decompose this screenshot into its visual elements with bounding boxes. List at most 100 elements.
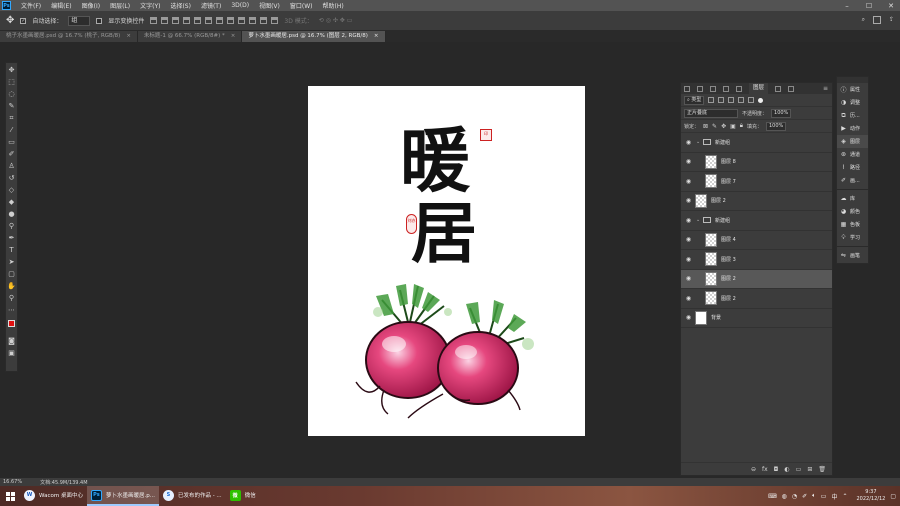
panel-tab-icon[interactable]: [775, 85, 782, 92]
pen-tablet-icon[interactable]: ✐: [802, 493, 807, 500]
adjustment-layer-icon[interactable]: ◐: [784, 466, 789, 473]
notification-icon[interactable]: ▢: [890, 493, 896, 500]
distribute-2-icon[interactable]: [227, 17, 235, 24]
menu-file[interactable]: 文件(F): [16, 1, 46, 10]
marquee-tool-icon[interactable]: ⬚: [7, 78, 16, 87]
distribute-3-icon[interactable]: [238, 17, 246, 24]
lock-artboard-icon[interactable]: ▣: [730, 123, 736, 130]
blend-mode-dropdown[interactable]: 正片叠底: [684, 108, 738, 118]
dock-brushes[interactable]: ✐ 画...: [837, 174, 868, 187]
fx-icon[interactable]: fx: [762, 466, 768, 473]
align-right-icon[interactable]: [205, 17, 213, 24]
menu-image[interactable]: 图像(I): [77, 1, 105, 10]
chevron-down-icon[interactable]: ⌄: [696, 139, 702, 145]
tab-untitled-doc[interactable]: 未标题-1 @ 66.7% (RGB/8#) * ×: [137, 31, 243, 42]
visibility-eye-icon[interactable]: ◉: [684, 275, 693, 282]
screen-mode-icon[interactable]: ▣: [7, 349, 16, 358]
menu-filter[interactable]: 滤镜(T): [196, 1, 226, 10]
filter-smart-icon[interactable]: [748, 97, 755, 103]
quick-select-tool-icon[interactable]: ✎: [7, 102, 16, 111]
align-vcenter-icon[interactable]: [161, 17, 169, 24]
filter-toggle-icon[interactable]: [758, 97, 764, 103]
delete-layer-icon[interactable]: 🗑︎: [818, 466, 826, 473]
auto-select-dropdown[interactable]: 组: [68, 15, 91, 26]
ime-icon[interactable]: 中: [831, 492, 837, 501]
filter-pixel-icon[interactable]: [708, 97, 715, 103]
dock-adjustments[interactable]: ◑ 调整: [837, 96, 868, 109]
filter-adjust-icon[interactable]: [718, 97, 725, 103]
distribute-4-icon[interactable]: [249, 17, 257, 24]
chevron-down-icon[interactable]: ⌄: [696, 217, 702, 223]
menu-window[interactable]: 窗口(W): [285, 1, 318, 10]
taskbar-photoshop[interactable]: Ps 萝卜水墨画暖居.p...: [86, 486, 159, 506]
zoom-level[interactable]: 16.67%: [3, 479, 22, 485]
panel-tab-icon[interactable]: [710, 85, 716, 92]
move-tool-icon[interactable]: ✥: [6, 15, 14, 26]
lasso-tool-icon[interactable]: ◌: [7, 90, 16, 99]
layer-row[interactable]: ◉ 图层 7: [681, 172, 832, 192]
menu-layer[interactable]: 图层(L): [105, 1, 135, 10]
more-tools-icon[interactable]: ⋯: [7, 306, 16, 315]
quick-mask-icon[interactable]: ◙: [7, 337, 16, 346]
auto-select-checkbox[interactable]: ✓: [20, 17, 27, 24]
doc-size[interactable]: 文档:45.9M/139.4M: [40, 479, 87, 486]
tab-close-icon[interactable]: ×: [231, 33, 236, 39]
visibility-eye-icon[interactable]: ◉: [684, 197, 693, 204]
layer-row-background[interactable]: ◉ 背景: [681, 309, 832, 328]
document-canvas[interactable]: 暖 印 刘亦 居: [308, 86, 585, 436]
link-layers-icon[interactable]: ⊖: [751, 466, 756, 473]
taskbar-browser[interactable]: S 已发布的作品 - ...: [159, 486, 226, 506]
align-left-icon[interactable]: [183, 17, 191, 24]
hand-tool-icon[interactable]: ✋: [7, 282, 16, 291]
layer-row[interactable]: ◉ 图层 2: [681, 289, 832, 309]
color-swatches[interactable]: [7, 318, 18, 334]
layer-filter-dropdown[interactable]: ⌕ 类型: [684, 95, 705, 105]
move-tool-icon[interactable]: ✥: [7, 66, 16, 75]
volume-icon[interactable]: 🔈︎: [812, 492, 816, 500]
eyedropper-tool-icon[interactable]: ⁄: [7, 126, 16, 135]
new-group-icon[interactable]: ▭: [796, 466, 802, 473]
3d-orbit-icon[interactable]: ⟲ ◎ ✣ ✥ ▭: [319, 17, 353, 24]
pen-tool-icon[interactable]: ✒: [7, 234, 16, 243]
dock-properties[interactable]: ⓘ 属性: [837, 83, 868, 96]
show-transform-checkbox[interactable]: [96, 17, 103, 24]
visibility-eye-icon[interactable]: ◉: [684, 295, 693, 302]
tab-layers[interactable]: 图层: [749, 83, 769, 94]
layer-row-group[interactable]: ◉ ⌄ 新建组: [681, 133, 832, 153]
dock-paths[interactable]: ⌇ 路径: [837, 161, 868, 174]
menu-type[interactable]: 文字(Y): [135, 1, 165, 10]
panel-tab-icon[interactable]: [736, 85, 742, 92]
tray-expand-icon[interactable]: ⌃: [842, 493, 847, 500]
align-bottom-icon[interactable]: [172, 17, 180, 24]
visibility-eye-icon[interactable]: ◉: [684, 314, 693, 321]
menu-help[interactable]: 帮助(H): [318, 1, 349, 10]
layer-row[interactable]: ◉ 图层 2: [681, 192, 832, 211]
foreground-color[interactable]: [8, 320, 15, 327]
visibility-eye-icon[interactable]: ◉: [684, 158, 693, 165]
align-top-icon[interactable]: [150, 17, 158, 24]
menu-select[interactable]: 选择(S): [165, 1, 196, 10]
visibility-eye-icon[interactable]: ◉: [684, 178, 693, 185]
workspace-icon[interactable]: [872, 16, 881, 24]
search-icon[interactable]: ⌕: [862, 16, 865, 24]
minimize-icon[interactable]: –: [842, 2, 852, 10]
brush-tool-icon[interactable]: ✐: [7, 150, 16, 159]
dock-channels[interactable]: ⊛ 通道: [837, 148, 868, 161]
start-button[interactable]: [0, 486, 20, 506]
lock-transparent-icon[interactable]: ⊠: [703, 123, 708, 130]
panel-tab-icon[interactable]: [697, 85, 703, 92]
menu-view[interactable]: 视图(V): [254, 1, 285, 10]
visibility-eye-icon[interactable]: ◉: [684, 256, 693, 263]
stamp-tool-icon[interactable]: ♙: [7, 162, 16, 171]
layer-row[interactable]: ◉ 图层 4: [681, 231, 832, 250]
visibility-eye-icon[interactable]: ◉: [684, 139, 693, 146]
tab-close-icon[interactable]: ×: [126, 33, 131, 39]
path-select-tool-icon[interactable]: ➤: [7, 258, 16, 267]
maximize-icon[interactable]: ☐: [864, 2, 874, 10]
bucket-tool-icon[interactable]: ◆: [7, 198, 16, 207]
history-brush-tool-icon[interactable]: ↺: [7, 174, 16, 183]
layer-row-group[interactable]: ◉ ⌄ 新建组: [681, 211, 832, 231]
lock-all-icon[interactable]: 🔒︎: [740, 122, 743, 130]
menu-3d[interactable]: 3D(D): [226, 2, 254, 9]
visibility-eye-icon[interactable]: ◉: [684, 236, 693, 243]
